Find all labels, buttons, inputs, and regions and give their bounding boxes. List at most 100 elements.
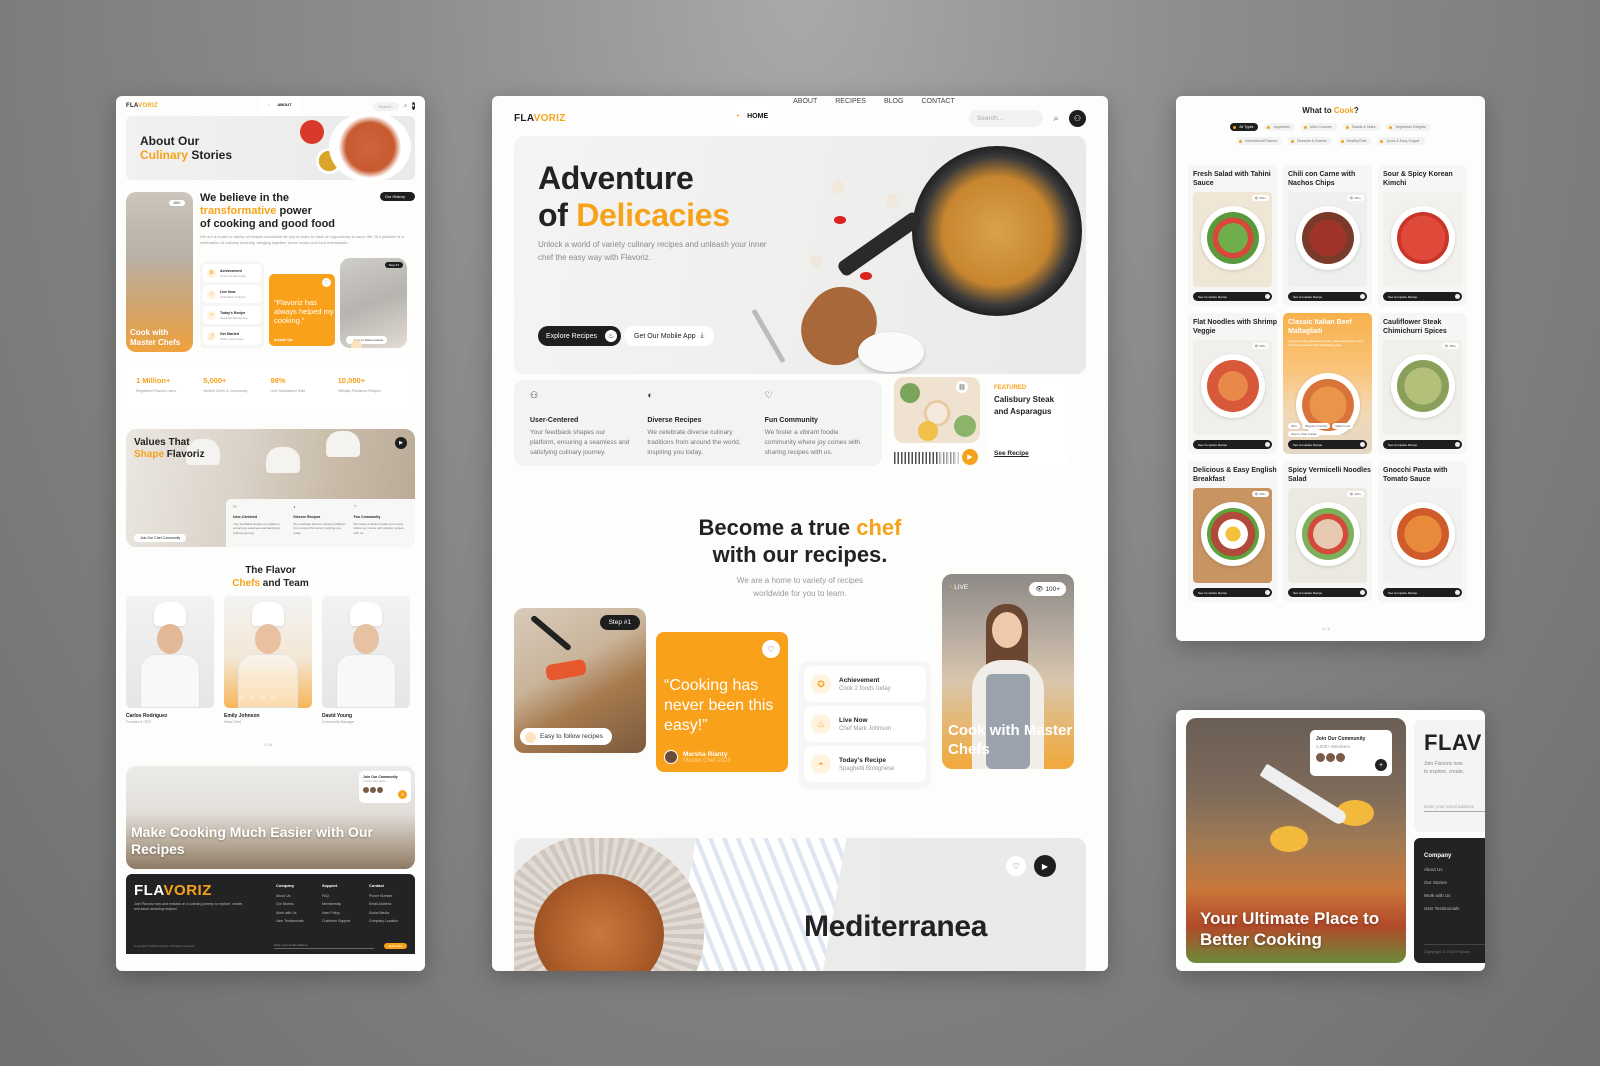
see-recipe-link[interactable]: See Recipe	[994, 450, 1029, 457]
activity-item[interactable]: ◓ Today's Recipe Spaghetti Bolognese	[804, 746, 926, 782]
nav-about[interactable]: ABOUT	[793, 98, 817, 138]
featured-tag: FEATURED	[994, 385, 1027, 391]
filter-vegetarian[interactable]: Vegetarian Delights	[1386, 123, 1431, 131]
nav-home[interactable]: HOME	[729, 98, 776, 134]
filter-salads-sides[interactable]: Salads & Sides	[1342, 123, 1381, 131]
activity-item[interactable]: ◓ Today's Recipe Spaghetti Bolognese	[203, 306, 261, 324]
dish-image	[514, 838, 704, 971]
chef-hat-icon: ♨	[811, 714, 831, 734]
views-badge: 👁 100+	[1346, 491, 1364, 497]
see-complete-recipe-button[interactable]: See Complete Recipe	[1383, 440, 1462, 449]
filter-main-courses[interactable]: Main Courses	[1300, 123, 1337, 131]
filter-quick-easy[interactable]: Quick & Easy Supper	[1377, 137, 1425, 145]
footer-link[interactable]: Our Stories	[1424, 876, 1485, 889]
search-icon[interactable]: ⌕	[403, 101, 407, 111]
recipe-card[interactable]: Gnocchi Pasta with Tomato Sauce See Compl…	[1378, 461, 1467, 602]
recipe-card[interactable]: Delicious & Easy English Breakfast 👁 300+…	[1188, 461, 1277, 602]
recipe-card[interactable]: Fresh Salad with Tahini Sauce 👁 250+ See C…	[1188, 165, 1277, 306]
heart-icon[interactable]: ♡	[762, 640, 780, 658]
recipe-image: 👁 200+	[1193, 340, 1272, 435]
filter-international[interactable]: International Flavors	[1236, 137, 1283, 145]
activity-item[interactable]: ⤴ Get Started Share your recipe	[203, 327, 261, 345]
team-member-photo[interactable]	[322, 596, 410, 708]
value-item: ♡ Fun Community We foster a vibrant foodie…	[757, 390, 874, 456]
linkedin-link[interactable]: IN	[250, 695, 254, 700]
team-member-photo[interactable]	[126, 596, 214, 708]
facebook-link[interactable]: FB	[260, 695, 265, 700]
see-complete-recipe-button[interactable]: See Complete Recipe	[1288, 440, 1367, 449]
see-complete-recipe-button[interactable]: See Complete Recipe	[1193, 588, 1272, 597]
navbar: FLAVORIZ HOME ABOUT RECIPES BLOG CONTACT…	[492, 96, 1108, 140]
join-community-button[interactable]: Join Our Chef Community	[134, 534, 187, 542]
logo[interactable]: FLAVORIZ	[126, 103, 158, 109]
footer-link[interactable]: User Testimonials	[1424, 902, 1485, 915]
filter-desserts[interactable]: Desserts & Sweets	[1288, 137, 1332, 145]
play-button[interactable]: ▶	[1034, 855, 1056, 877]
email-input[interactable]: Enter your email address	[274, 943, 374, 949]
recipe-card[interactable]: Flat Noodles with Shrimp Veggie 👁 200+ See…	[1188, 313, 1277, 454]
user-icon[interactable]: ⚇	[1069, 109, 1086, 127]
user-icon[interactable]: ●	[411, 102, 415, 110]
see-complete-recipe-button[interactable]: See Complete Recipe	[1288, 588, 1367, 597]
search-input[interactable]: Search...	[969, 109, 1043, 127]
join-button[interactable]: +	[398, 790, 407, 799]
twitter-link[interactable]: TW	[238, 695, 244, 700]
join-button[interactable]: +	[1375, 759, 1387, 771]
live-badge: LIVE	[950, 584, 968, 591]
activity-item[interactable]: ♨ Live Now Chef Mark Johnson	[203, 285, 261, 303]
see-complete-recipe-button[interactable]: See Complete Recipe	[1193, 292, 1272, 301]
recipe-card[interactable]: Classic Italian Beef Maltagliati Layers o…	[1283, 313, 1372, 454]
user-icon: ⚇	[530, 390, 539, 400]
filter-all-types[interactable]: All Types	[1230, 123, 1259, 131]
step-card[interactable]: Step #1 Easy to follow recipes	[514, 608, 646, 753]
featured-recipe-card: FEATURED Calisbury Steak and Asparagus S…	[988, 377, 1070, 465]
explore-recipes-button[interactable]: Explore Recipes ♨	[538, 326, 621, 346]
believe-heading: We believe in the transformative power of …	[200, 192, 336, 230]
footer-link[interactable]: About Us	[1424, 863, 1485, 876]
recipes-pager[interactable]: 1 / 4	[1322, 626, 1330, 631]
team-member-photo[interactable]: TW IN FB IG	[224, 596, 312, 708]
activity-item[interactable]: ♨ Live Now Chef Mark Johnson	[804, 706, 926, 742]
footer-link[interactable]: Work with Us	[1424, 889, 1485, 902]
heart-icon[interactable]: ♡	[322, 278, 331, 287]
easy-recipes-pill: Easy to follow recipes	[520, 728, 612, 745]
recipe-description: Layers of spicy goodness, hearty meat an…	[1288, 339, 1365, 348]
filter-appetizers[interactable]: Appetizers	[1264, 123, 1295, 131]
recipe-card[interactable]: Sour & Spicy Korean Kimchi See Complete R…	[1378, 165, 1467, 306]
nav-recipes[interactable]: RECIPES	[835, 98, 866, 138]
search-input[interactable]: Search...	[373, 101, 400, 111]
grating-card[interactable]: Step #1 Easy to follow recipes	[340, 258, 407, 348]
heart-icon[interactable]: ♡	[1006, 856, 1026, 876]
stat-item: 1 Million+ Registered Flavoriz Users	[136, 376, 177, 393]
see-complete-recipe-button[interactable]: See Complete Recipe	[1288, 292, 1367, 301]
featured-recipe-image[interactable]: ⛓	[894, 377, 980, 443]
team-pager[interactable]: 1 / 5	[264, 742, 272, 747]
play-button[interactable]: ▶	[395, 437, 407, 449]
filter-healthy[interactable]: Healthy Eats	[1337, 137, 1372, 145]
copyright: Copyright © 2023 Flavoriz	[1424, 944, 1485, 955]
activity-item[interactable]: ✪ Achievement Cook 2 foods today	[203, 264, 261, 282]
recipe-card[interactable]: Chili con Carne with Nachos Chips 👁 150+ S…	[1283, 165, 1372, 306]
nav-contact[interactable]: CONTACT	[921, 98, 954, 138]
see-complete-recipe-button[interactable]: See Complete Recipe	[1383, 588, 1462, 597]
play-button[interactable]: ▶	[962, 449, 978, 465]
our-history-button[interactable]: Our History	[379, 192, 415, 201]
quote-card: ♡ “Cooking has never been this easy!” Ma…	[656, 632, 788, 772]
activity-item[interactable]: ✪ Achievement Cook 2 foods today	[804, 666, 926, 702]
search-icon[interactable]: ⌕	[1047, 109, 1065, 127]
link-icon[interactable]: ⛓	[956, 381, 968, 393]
email-input[interactable]: Enter your email address	[1424, 804, 1485, 812]
logo[interactable]: FLAVORIZ	[514, 113, 566, 124]
nav-blog[interactable]: BLOG	[884, 98, 903, 138]
recipe-card[interactable]: Cauliflower Steak Chimichurri Spices 👁 15…	[1378, 313, 1467, 454]
see-complete-recipe-button[interactable]: See Complete Recipe	[1383, 292, 1462, 301]
get-mobile-app-button[interactable]: Get Our Mobile App ⤓	[624, 326, 714, 346]
logo: FLAV	[1424, 730, 1482, 755]
see-complete-recipe-button[interactable]: See Complete Recipe	[1193, 440, 1272, 449]
recipe-card[interactable]: Spicy Vermicelli Noodles Salad 👁 100+ See …	[1283, 461, 1372, 602]
live-chef-card[interactable]: LIVE 👁 100+ Cook with Master Chefs	[942, 574, 1074, 769]
subscribe-button[interactable]: Subscribe	[383, 943, 407, 949]
step-badge: Step #1	[384, 262, 403, 268]
master-chef-card[interactable]: 150+ Cook with Master Chefs	[126, 192, 193, 352]
instagram-link[interactable]: IG	[271, 695, 275, 700]
